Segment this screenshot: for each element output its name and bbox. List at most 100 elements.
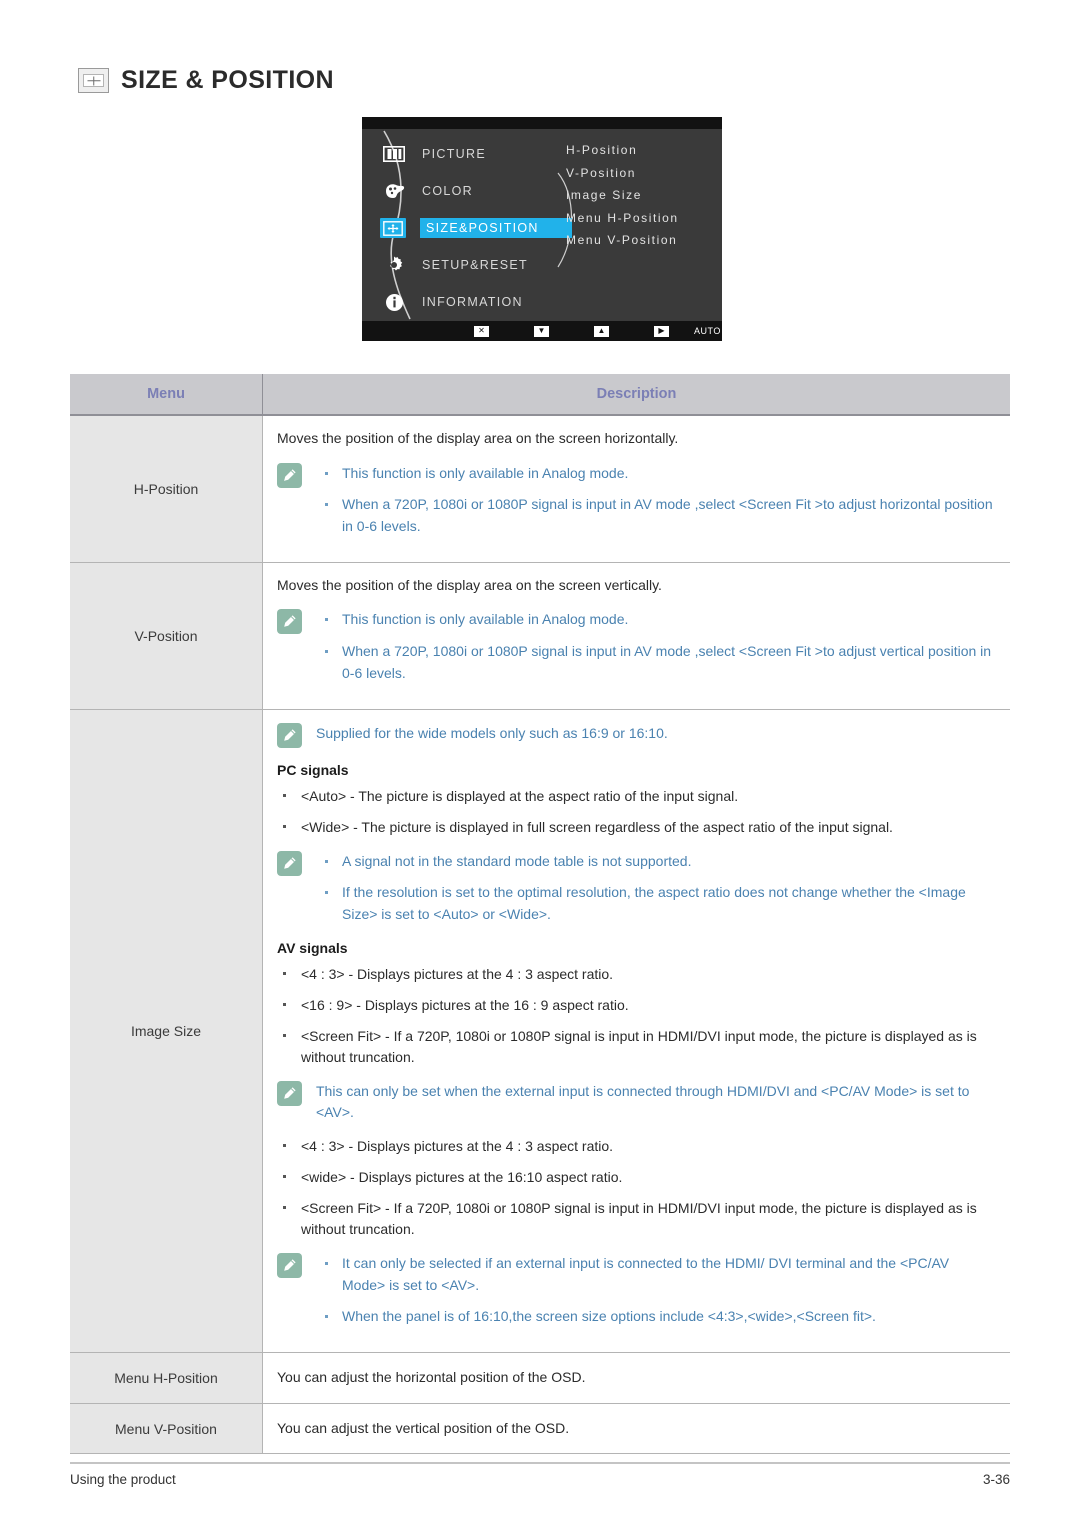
- osd-top-bar: [362, 117, 722, 129]
- column-header-menu: Menu: [70, 374, 263, 416]
- menu-name-image-size: Image Size: [70, 709, 263, 1353]
- osd-item-label: INFORMATION: [422, 295, 523, 309]
- pencil-note-icon: [277, 1080, 302, 1106]
- close-icon[interactable]: ✕: [474, 325, 489, 337]
- osd-submenu-item[interactable]: V-Position: [566, 166, 679, 180]
- menu-name-h-position: H-Position: [70, 415, 263, 563]
- osd-submenu-item[interactable]: Image Size: [566, 188, 679, 202]
- size-position-icon: [380, 218, 406, 238]
- page-footer: Using the product 3-36: [70, 1472, 1010, 1487]
- av-signals-heading: AV signals: [277, 939, 348, 956]
- footer-section-label: Using the product: [70, 1472, 176, 1487]
- list-item: <Screen Fit> - If a 720P, 1080i or 1080P…: [277, 1026, 996, 1068]
- pencil-note-icon: [277, 1252, 302, 1278]
- note-list: A signal not in the standard mode table …: [316, 851, 996, 926]
- note-block: This can only be set when the external i…: [277, 1080, 996, 1124]
- note-item: When the panel is of 16:10,the screen si…: [316, 1306, 996, 1328]
- description-image-size: Supplied for the wide models only such a…: [262, 709, 1010, 1353]
- osd-body: PICTURE COLOR SIZE&POSITION SETUP&RESET …: [362, 129, 722, 321]
- description-v-position: Moves the position of the display area o…: [262, 562, 1010, 710]
- av-signals-list: <4 : 3> - Displays pictures at the 4 : 3…: [277, 964, 996, 1068]
- color-icon: [380, 180, 408, 202]
- osd-item-label: SIZE&POSITION: [420, 218, 572, 238]
- intro-text: Moves the position of the display area o…: [277, 430, 679, 446]
- note-block: This function is only available in Analo…: [277, 462, 996, 538]
- description-menu-v-position: You can adjust the vertical position of …: [262, 1403, 1010, 1455]
- osd-menu-screenshot: PICTURE COLOR SIZE&POSITION SETUP&RESET …: [362, 117, 722, 341]
- table-row: V-Position Moves the position of the dis…: [70, 562, 1010, 710]
- pencil-note-icon: [277, 722, 302, 748]
- osd-submenu-item[interactable]: Menu H-Position: [566, 211, 679, 225]
- column-header-description: Description: [262, 374, 1010, 416]
- page-title: SIZE & POSITION: [121, 66, 334, 94]
- auto-icon[interactable]: AUTO: [694, 326, 721, 336]
- intro-text: You can adjust the vertical position of …: [277, 1419, 570, 1436]
- list-item: <Screen Fit> - If a 720P, 1080i or 1080P…: [277, 1198, 996, 1240]
- note-text-group: Supplied for the wide models only such a…: [316, 722, 996, 745]
- footer-divider: [70, 1462, 1010, 1464]
- note-block: A signal not in the standard mode table …: [277, 850, 996, 926]
- table-row: Image Size Supplied for the wide models …: [70, 709, 1010, 1353]
- picture-icon: [380, 143, 408, 165]
- note-item: It can only be selected if an external i…: [316, 1253, 996, 1296]
- note-item: A signal not in the standard mode table …: [316, 851, 996, 873]
- pencil-note-icon: [277, 462, 302, 488]
- intro-text: Moves the position of the display area o…: [277, 576, 662, 593]
- note-item: This function is only available in Analo…: [316, 609, 996, 631]
- menu-name-v-position: V-Position: [70, 562, 263, 710]
- menu-name-menu-h-position: Menu H-Position: [70, 1352, 263, 1404]
- note-block: Supplied for the wide models only such a…: [277, 722, 996, 748]
- note-list: This function is only available in Analo…: [316, 609, 996, 684]
- note-list: It can only be selected if an external i…: [316, 1253, 996, 1328]
- intro-text: You can adjust the horizontal position o…: [277, 1369, 586, 1385]
- table-row: H-Position Moves the position of the dis…: [70, 415, 1010, 563]
- table-row: Menu V-Position You can adjust the verti…: [70, 1403, 1010, 1455]
- osd-submenu-item[interactable]: H-Position: [566, 143, 679, 157]
- note-text-group: A signal not in the standard mode table …: [316, 850, 996, 926]
- pc-signals-heading: PC signals: [277, 761, 349, 778]
- table-header-row: Menu Description: [70, 374, 1010, 416]
- osd-submenu-item[interactable]: Menu V-Position: [566, 233, 679, 247]
- size-position-icon: [78, 68, 109, 93]
- table-row: Menu H-Position You can adjust the horiz…: [70, 1352, 1010, 1404]
- list-item: <Auto> - The picture is displayed at the…: [277, 786, 996, 807]
- description-menu-h-position: You can adjust the horizontal position o…: [262, 1352, 1010, 1404]
- description-h-position: Moves the position of the display area o…: [262, 415, 1010, 563]
- osd-item-information[interactable]: INFORMATION: [380, 287, 600, 317]
- size-position-spec-table: Menu Description H-Position Moves the po…: [70, 374, 1010, 1455]
- page-heading: SIZE & POSITION: [78, 66, 334, 95]
- note-text-group: This can only be set when the external i…: [316, 1080, 996, 1124]
- note-item: This can only be set when the external i…: [316, 1082, 970, 1121]
- list-item: <16 : 9> - Displays pictures at the 16 :…: [277, 995, 996, 1016]
- note-item: When a 720P, 1080i or 1080P signal is in…: [316, 641, 996, 684]
- list-item: <4 : 3> - Displays pictures at the 4 : 3…: [277, 1136, 996, 1157]
- list-item: <Wide> - The picture is displayed in ful…: [277, 817, 996, 838]
- osd-right-menu: H-Position V-Position Image Size Menu H-…: [566, 143, 679, 256]
- list-item: <4 : 3> - Displays pictures at the 4 : 3…: [277, 964, 996, 985]
- osd-item-label: COLOR: [422, 184, 473, 198]
- pencil-note-icon: [277, 609, 302, 635]
- note-list: This function is only available in Analo…: [316, 463, 996, 538]
- up-arrow-icon[interactable]: ▲: [594, 325, 609, 337]
- note-item: This function is only available in Analo…: [316, 463, 996, 485]
- note-text-group: It can only be selected if an external i…: [316, 1252, 996, 1328]
- note-item: If the resolution is set to the optimal …: [316, 882, 996, 925]
- osd-bottom-bar: ✕ ▼ ▲ ▶ AUTO ⏻: [362, 321, 722, 341]
- down-arrow-icon[interactable]: ▼: [534, 325, 549, 337]
- footer-page-number: 3-36: [982, 1472, 1010, 1487]
- note-item: When a 720P, 1080i or 1080P signal is in…: [316, 494, 996, 537]
- osd-item-label: PICTURE: [422, 147, 486, 161]
- information-icon: [380, 291, 408, 313]
- right-arrow-icon[interactable]: ▶: [654, 325, 669, 337]
- note-block: This function is only available in Analo…: [277, 608, 996, 684]
- list-item: <wide> - Displays pictures at the 16:10 …: [277, 1167, 996, 1188]
- gear-icon: [380, 254, 408, 276]
- osd-item-label: SETUP&RESET: [422, 258, 528, 272]
- av-signals-list-2: <4 : 3> - Displays pictures at the 4 : 3…: [277, 1136, 996, 1240]
- note-text-group: This function is only available in Analo…: [316, 462, 996, 538]
- menu-name-menu-v-position: Menu V-Position: [70, 1403, 263, 1455]
- note-block: It can only be selected if an external i…: [277, 1252, 996, 1328]
- note-item: Supplied for the wide models only such a…: [316, 724, 668, 741]
- pc-signals-list: <Auto> - The picture is displayed at the…: [277, 786, 996, 838]
- note-text-group: This function is only available in Analo…: [316, 608, 996, 684]
